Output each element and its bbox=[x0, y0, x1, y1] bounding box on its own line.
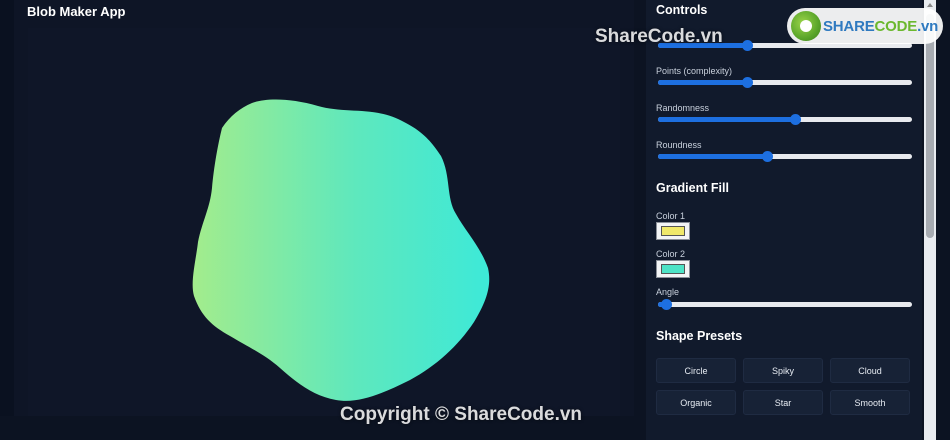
roundness-label: Roundness bbox=[656, 140, 702, 150]
preset-circle-button[interactable]: Circle bbox=[656, 358, 736, 383]
preset-star-button[interactable]: Star bbox=[743, 390, 823, 415]
color2-label: Color 2 bbox=[656, 249, 686, 259]
color1-picker[interactable] bbox=[656, 222, 690, 240]
sharecode-logo: SHARECODE.vn bbox=[787, 8, 943, 44]
canvas-panel: Blob Maker App bbox=[14, 0, 634, 416]
preset-organic-button[interactable]: Organic bbox=[656, 390, 736, 415]
slider-thumb[interactable] bbox=[762, 151, 774, 162]
slider-thumb[interactable] bbox=[741, 77, 753, 88]
preset-spiky-button[interactable]: Spiky bbox=[743, 358, 823, 383]
randomness-slider[interactable] bbox=[658, 114, 912, 125]
angle-slider[interactable] bbox=[658, 299, 912, 310]
watermark-top: ShareCode.vn bbox=[595, 26, 723, 47]
left-edge-strip bbox=[0, 0, 14, 416]
blob-preview bbox=[192, 99, 490, 401]
blob-shape bbox=[192, 99, 490, 401]
slider-fill bbox=[658, 117, 796, 122]
slider-thumb[interactable] bbox=[790, 114, 802, 125]
settings-sidebar: Controls Points (complexity) Randomness … bbox=[646, 0, 922, 440]
sidebar-scrollbar[interactable] bbox=[924, 0, 936, 440]
slider-thumb[interactable] bbox=[741, 40, 753, 51]
slider-fill bbox=[658, 80, 747, 85]
controls-title: Controls bbox=[656, 3, 708, 17]
angle-label: Angle bbox=[656, 287, 680, 297]
scrollbar-thumb[interactable] bbox=[926, 14, 934, 238]
points-slider[interactable] bbox=[658, 77, 912, 88]
slider-fill bbox=[658, 154, 768, 159]
logo-text: SHARECODE.vn bbox=[823, 17, 939, 35]
preset-cloud-button[interactable]: Cloud bbox=[830, 358, 910, 383]
sharecode-logo-icon bbox=[791, 11, 821, 41]
color2-swatch bbox=[661, 264, 685, 274]
scroll-up-icon[interactable] bbox=[927, 3, 933, 7]
app-window: Blob Maker App Controls Points (complexi… bbox=[0, 0, 950, 440]
gradient-fill-title: Gradient Fill bbox=[656, 181, 729, 195]
randomness-label: Randomness bbox=[656, 103, 710, 113]
preset-smooth-button[interactable]: Smooth bbox=[830, 390, 910, 415]
shape-presets-title: Shape Presets bbox=[656, 329, 743, 343]
blob-canvas[interactable] bbox=[28, 28, 620, 416]
points-label: Points (complexity) bbox=[656, 66, 733, 76]
slider-thumb[interactable] bbox=[660, 299, 672, 310]
watermark-bottom: Copyright © ShareCode.vn bbox=[340, 404, 583, 425]
color2-picker[interactable] bbox=[656, 260, 690, 278]
roundness-slider[interactable] bbox=[658, 151, 912, 162]
color1-swatch bbox=[661, 226, 685, 236]
color1-label: Color 1 bbox=[656, 211, 686, 221]
right-edge-strip bbox=[936, 0, 950, 440]
app-title: Blob Maker App bbox=[27, 4, 126, 19]
